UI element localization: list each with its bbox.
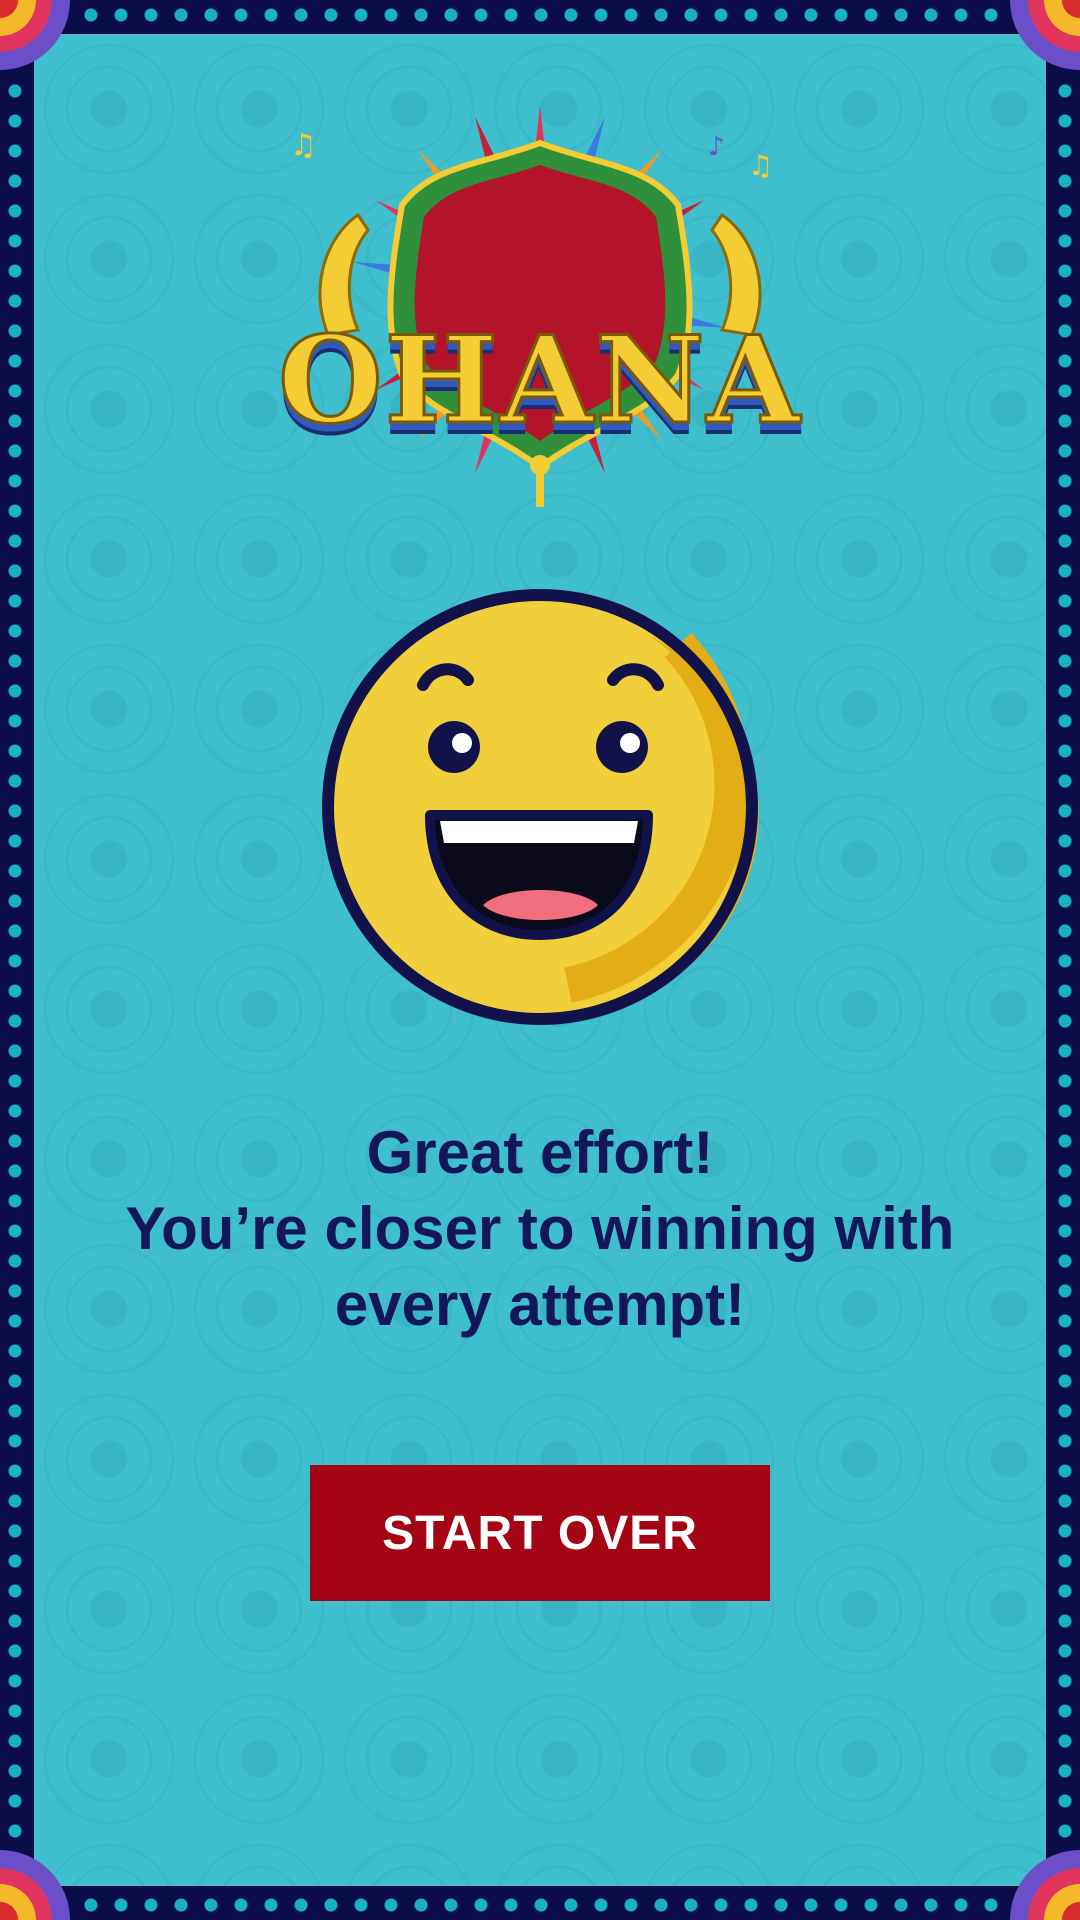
svg-text:♫: ♫: [290, 128, 317, 163]
ohana-logo: ♫ ♪ ♫ OHANA: [268, 95, 812, 525]
border-pattern-bottom: [80, 1894, 1000, 1916]
happy-face-icon: [322, 589, 759, 1025]
corner-flower-icon: [1010, 0, 1080, 70]
corner-flower-icon: [0, 1850, 70, 1920]
corner-flower-icon: [1010, 1850, 1080, 1920]
message-line-2: You’re closer to winning with: [125, 1195, 955, 1262]
svg-text:♪: ♪: [708, 132, 725, 162]
svg-text:♫: ♫: [748, 149, 773, 182]
message-line-1: Great effort!: [366, 1119, 714, 1186]
border-pattern-top: [80, 4, 1000, 26]
message-line-3: every attempt!: [334, 1271, 746, 1338]
border-pattern-right: [1054, 80, 1076, 1840]
result-message: Great effort! You’re closer to winning w…: [60, 1115, 1020, 1343]
logo-text: OHANA: [277, 309, 802, 453]
start-over-button[interactable]: START OVER: [310, 1465, 770, 1601]
border-pattern-left: [4, 80, 26, 1840]
corner-flower-icon: [0, 0, 70, 70]
